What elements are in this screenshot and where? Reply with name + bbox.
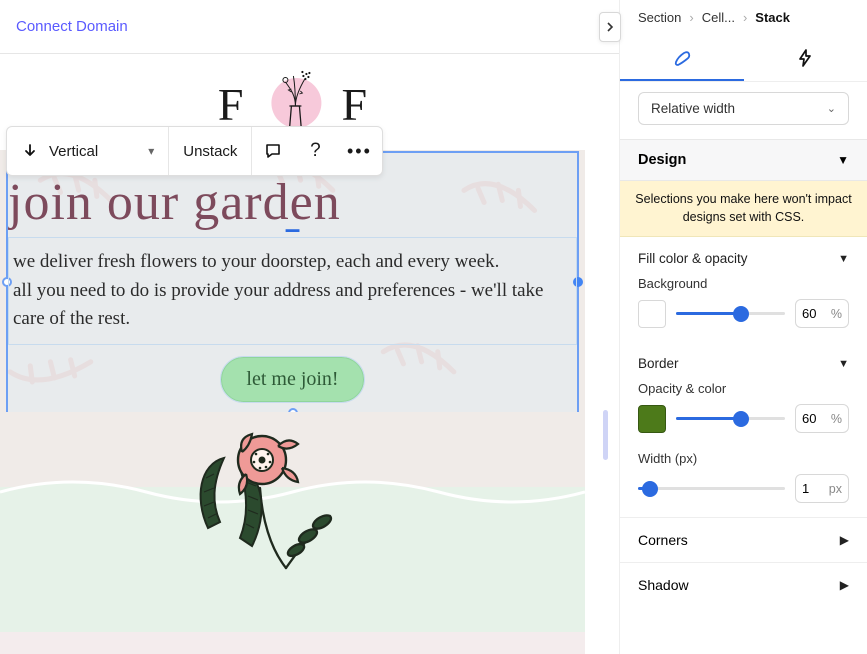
border-color-swatch[interactable] — [638, 405, 666, 433]
bolt-icon — [795, 48, 815, 68]
px-unit: px — [829, 482, 842, 496]
chevron-right-icon — [605, 21, 615, 33]
border-opacity-slider[interactable] — [676, 408, 785, 430]
background-color-swatch[interactable] — [638, 300, 666, 328]
caret-right-icon: ▶ — [840, 578, 849, 592]
border-title: Border — [638, 356, 679, 371]
tab-design[interactable] — [620, 35, 744, 81]
border-width-input[interactable]: 1 px — [795, 474, 849, 503]
fill-title: Fill color & opacity — [638, 251, 748, 266]
hero-body-text[interactable]: we deliver fresh flowers to your doorste… — [8, 237, 577, 345]
brush-icon — [672, 47, 692, 67]
canvas-area: F — [0, 54, 585, 654]
unstack-label: Unstack — [183, 143, 237, 160]
chevron-down-icon: ⌄ — [827, 102, 836, 115]
breadcrumb-current: Stack — [755, 10, 790, 25]
body-line-1: we deliver fresh flowers to your doorste… — [9, 248, 572, 277]
css-warning: Selections you make here won't impact de… — [620, 181, 867, 237]
border-width-control: 1 px — [620, 474, 867, 517]
background-opacity-slider[interactable] — [676, 303, 785, 325]
caret-down-icon: ▼ — [838, 358, 849, 370]
breadcrumb: Section › Cell... › Stack — [620, 0, 867, 35]
opacity-color-label: Opacity & color — [620, 377, 867, 404]
shadow-title: Shadow — [638, 577, 689, 593]
more-button[interactable]: ••• — [336, 127, 382, 175]
width-mode-select[interactable]: Relative width ⌄ — [638, 92, 849, 125]
breadcrumb-cell[interactable]: Cell... — [702, 10, 735, 25]
join-button[interactable]: let me join! — [221, 357, 363, 402]
border-opacity-value: 60 — [802, 411, 816, 426]
percent-unit: % — [831, 412, 842, 426]
arrow-down-icon — [21, 142, 39, 160]
border-opacity-input[interactable]: 60 % — [795, 404, 849, 433]
border-section-header[interactable]: Border ▼ — [620, 342, 867, 377]
border-width-value: 1 — [802, 481, 809, 496]
inspector-panel: Section › Cell... › Stack Relative width… — [619, 0, 867, 654]
border-width-slider[interactable] — [638, 478, 785, 500]
chevron-right-icon: › — [743, 10, 747, 25]
selected-stack[interactable]: ▾ Stack #box19 join our garden – we deli… — [8, 153, 577, 412]
panel-tabs — [620, 35, 867, 82]
caret-down-icon: ▼ — [837, 153, 849, 167]
chevron-down-icon: ▾ — [148, 144, 154, 158]
hero-lower-area — [0, 412, 585, 632]
caret-down-icon: ▼ — [838, 253, 849, 265]
background-opacity-input[interactable]: 60 % — [795, 299, 849, 328]
context-toolbar: Vertical ▾ Unstack ? ••• — [6, 126, 383, 176]
border-width-label: Width (px) — [620, 447, 867, 474]
chevron-right-icon: › — [689, 10, 693, 25]
caret-right-icon: ▶ — [840, 533, 849, 547]
collapse-panel-button[interactable] — [599, 12, 621, 42]
breadcrumb-section[interactable]: Section — [638, 10, 681, 25]
more-icon: ••• — [350, 142, 368, 160]
help-button[interactable]: ? — [294, 127, 336, 175]
help-icon: ? — [306, 142, 324, 160]
background-label: Background — [620, 272, 867, 299]
corners-title: Corners — [638, 532, 688, 548]
corners-section-header[interactable]: Corners ▶ — [620, 517, 867, 562]
hero-section: ▾ Stack #box19 join our garden – we deli… — [0, 150, 585, 632]
unstack-button[interactable]: Unstack — [169, 127, 251, 175]
comment-icon — [264, 142, 282, 160]
cta-container: let me join! — [8, 357, 577, 412]
background-opacity-value: 60 — [802, 306, 816, 321]
design-section-header[interactable]: Design ▼ — [620, 139, 867, 181]
width-mode-field: Relative width ⌄ — [620, 82, 867, 139]
comment-button[interactable] — [252, 127, 294, 175]
border-color-control: 60 % — [620, 404, 867, 447]
direction-label: Vertical — [49, 143, 98, 160]
fill-section-header[interactable]: Fill color & opacity ▼ — [620, 237, 867, 272]
width-mode-value: Relative width — [651, 101, 735, 116]
logo-letter-left: F — [218, 78, 244, 131]
flower-illustration — [190, 418, 360, 578]
design-title: Design — [638, 152, 686, 168]
panel-resize-handle[interactable] — [603, 410, 608, 460]
connect-domain-link[interactable]: Connect Domain — [16, 18, 128, 35]
percent-unit: % — [831, 307, 842, 321]
shadow-section-header[interactable]: Shadow ▶ — [620, 562, 867, 607]
tab-interactions[interactable] — [744, 35, 867, 81]
background-control: 60 % — [620, 299, 867, 342]
body-line-2: all you need to do is provide your addre… — [9, 277, 572, 334]
logo-letter-right: F — [342, 78, 368, 131]
direction-dropdown[interactable]: Vertical ▾ — [7, 127, 168, 175]
